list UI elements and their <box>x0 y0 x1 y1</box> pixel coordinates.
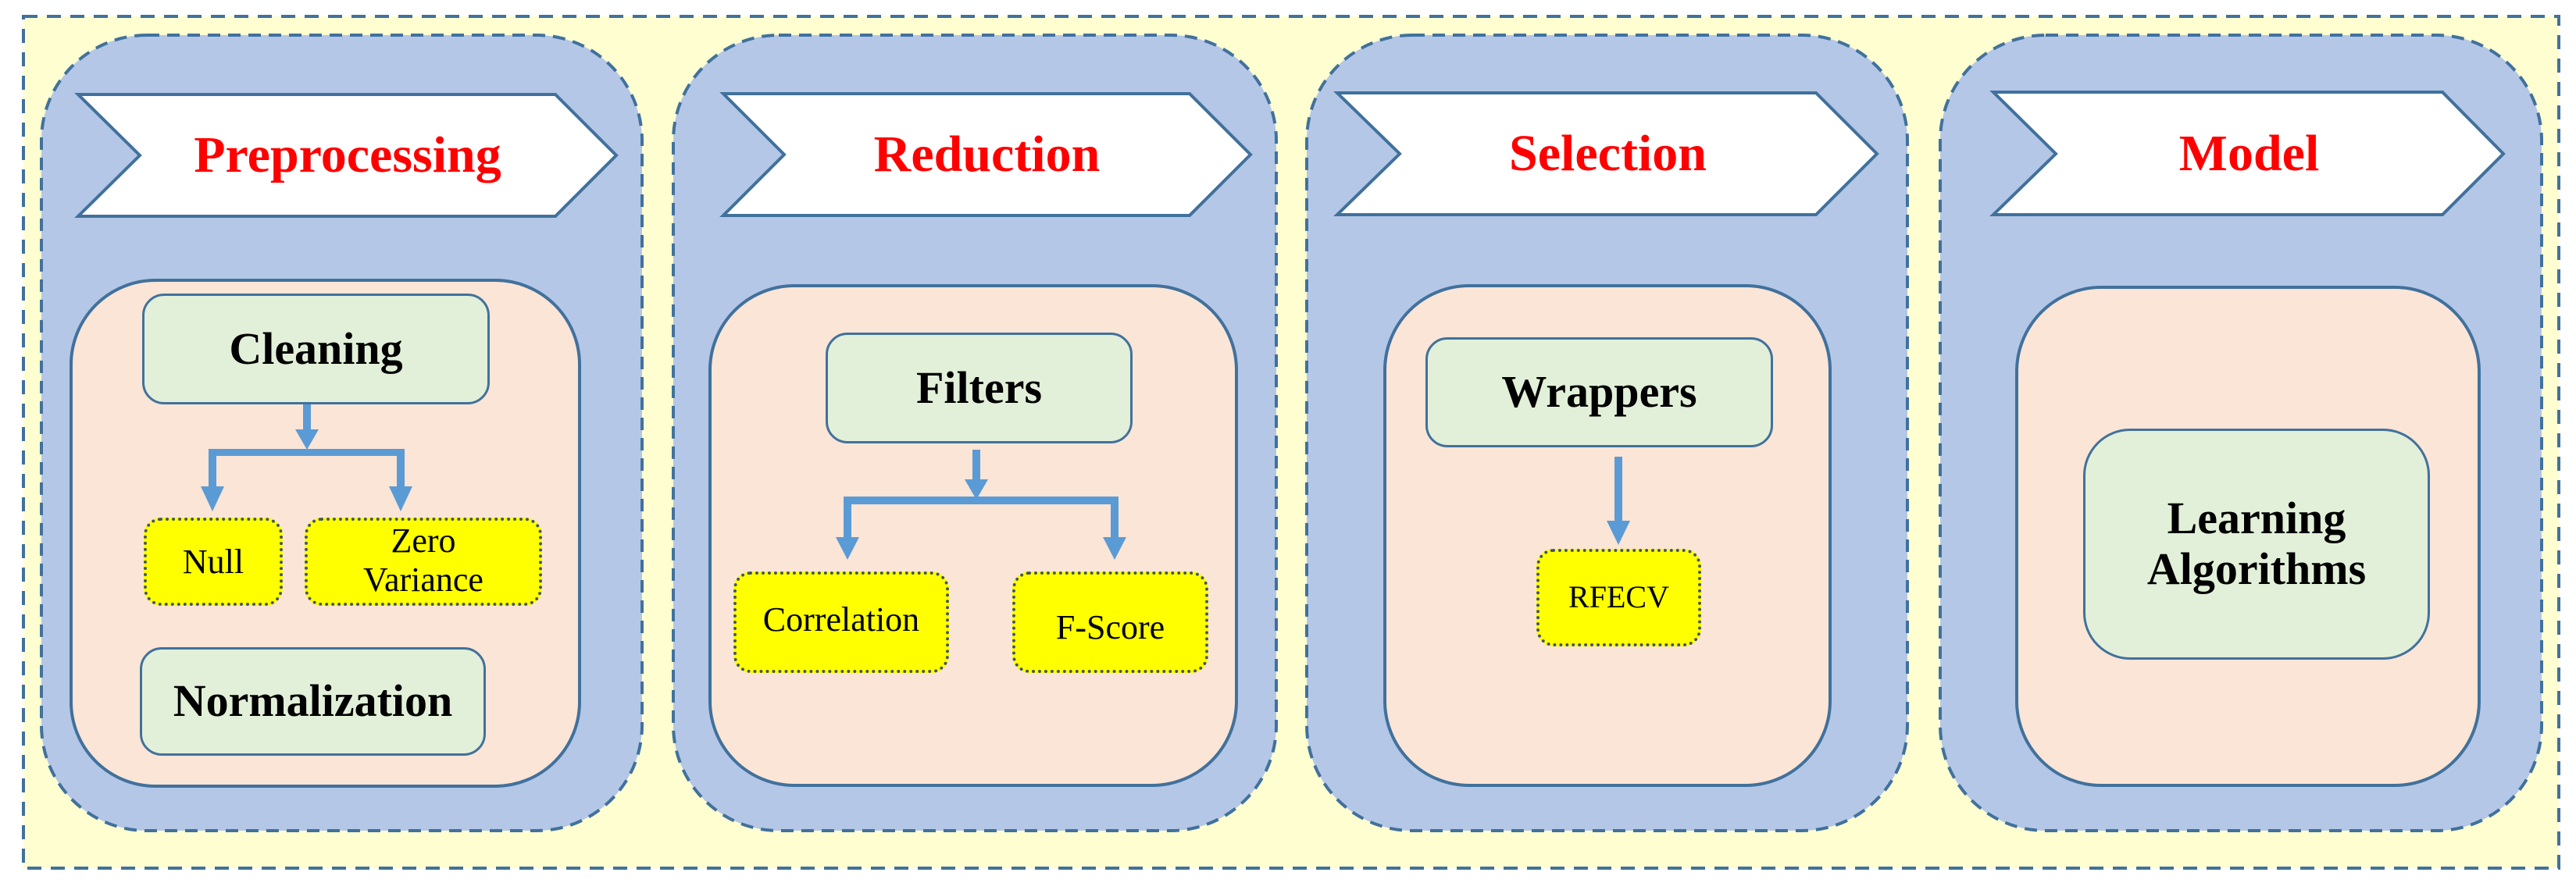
method-box-filters: Filters <box>826 333 1133 443</box>
pipeline-diagram: Preprocessing Reduction Selection Model <box>0 0 2576 890</box>
method-label-filters: Filters <box>915 361 1043 413</box>
method-box-learning-algorithms: Learning Algorithms <box>2083 429 2430 660</box>
method-label-normalization: Normalization <box>173 675 453 727</box>
method-label-algorithms: Algorithms <box>2146 543 2367 594</box>
method-box-wrappers: Wrappers <box>1425 337 1773 447</box>
technique-label-null: Null <box>182 542 244 581</box>
technique-label-variance: Variance <box>363 560 483 599</box>
technique-label-correlation: Correlation <box>762 600 920 639</box>
technique-box-rfecv: RFECV <box>1536 549 1701 646</box>
method-box-normalization: Normalization <box>140 647 486 756</box>
method-label-learning: Learning <box>2167 493 2346 544</box>
technique-box-zero-variance: Zero Variance <box>305 518 542 606</box>
method-label-cleaning: Cleaning <box>229 322 403 374</box>
technique-label-zero: Zero <box>391 522 456 561</box>
method-label-wrappers: Wrappers <box>1501 366 1697 418</box>
technique-box-null: Null <box>144 518 283 606</box>
technique-box-correlation: Correlation <box>733 571 949 673</box>
method-box-cleaning: Cleaning <box>142 294 490 404</box>
arrow-filters-split <box>836 450 1126 560</box>
technique-box-f-score: F-Score <box>1012 571 1208 673</box>
technique-label-rfecv: RFECV <box>1568 579 1669 615</box>
arrow-cleaning-split <box>201 404 412 511</box>
arrow-wrappers-rfecv <box>1607 457 1630 545</box>
technique-label-f-score: F-Score <box>1055 608 1165 647</box>
